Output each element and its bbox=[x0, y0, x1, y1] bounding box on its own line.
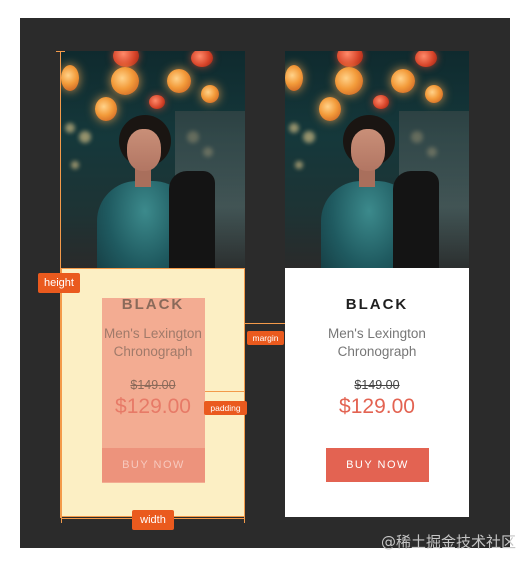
product-name-line2: Chronograph bbox=[113, 344, 193, 359]
padding-guide-line bbox=[205, 391, 245, 392]
old-price: $149.00 bbox=[354, 378, 400, 392]
product-name-line1: Men's Lexington bbox=[104, 326, 202, 341]
height-label: height bbox=[38, 273, 80, 293]
product-name-line2: Chronograph bbox=[337, 344, 417, 359]
product-name: Men's Lexington Chronograph bbox=[285, 325, 469, 361]
old-price: $149.00 bbox=[130, 378, 176, 392]
product-brand: BLACK bbox=[121, 296, 185, 313]
width-guide-tick-right bbox=[244, 514, 245, 523]
margin-label: margin bbox=[247, 331, 284, 345]
price: $129.00 bbox=[339, 395, 415, 418]
product-card-right: BLACK Men's Lexington Chronograph $149.0… bbox=[285, 51, 469, 517]
product-name: Men's Lexington Chronograph bbox=[61, 325, 245, 361]
padding-label: padding bbox=[204, 401, 247, 415]
product-name-line1: Men's Lexington bbox=[328, 326, 426, 341]
width-label: width bbox=[132, 510, 174, 530]
watermark: @稀土掘金技术社区 bbox=[380, 533, 516, 551]
width-guide-tick-left bbox=[61, 514, 62, 523]
buy-now-button[interactable]: BUY NOW bbox=[102, 448, 205, 482]
product-brand: BLACK bbox=[345, 296, 409, 313]
buy-now-button[interactable]: BUY NOW bbox=[326, 448, 429, 482]
product-image bbox=[285, 51, 469, 268]
height-guide-tick-top bbox=[56, 51, 65, 52]
margin-guide-line bbox=[245, 323, 285, 324]
